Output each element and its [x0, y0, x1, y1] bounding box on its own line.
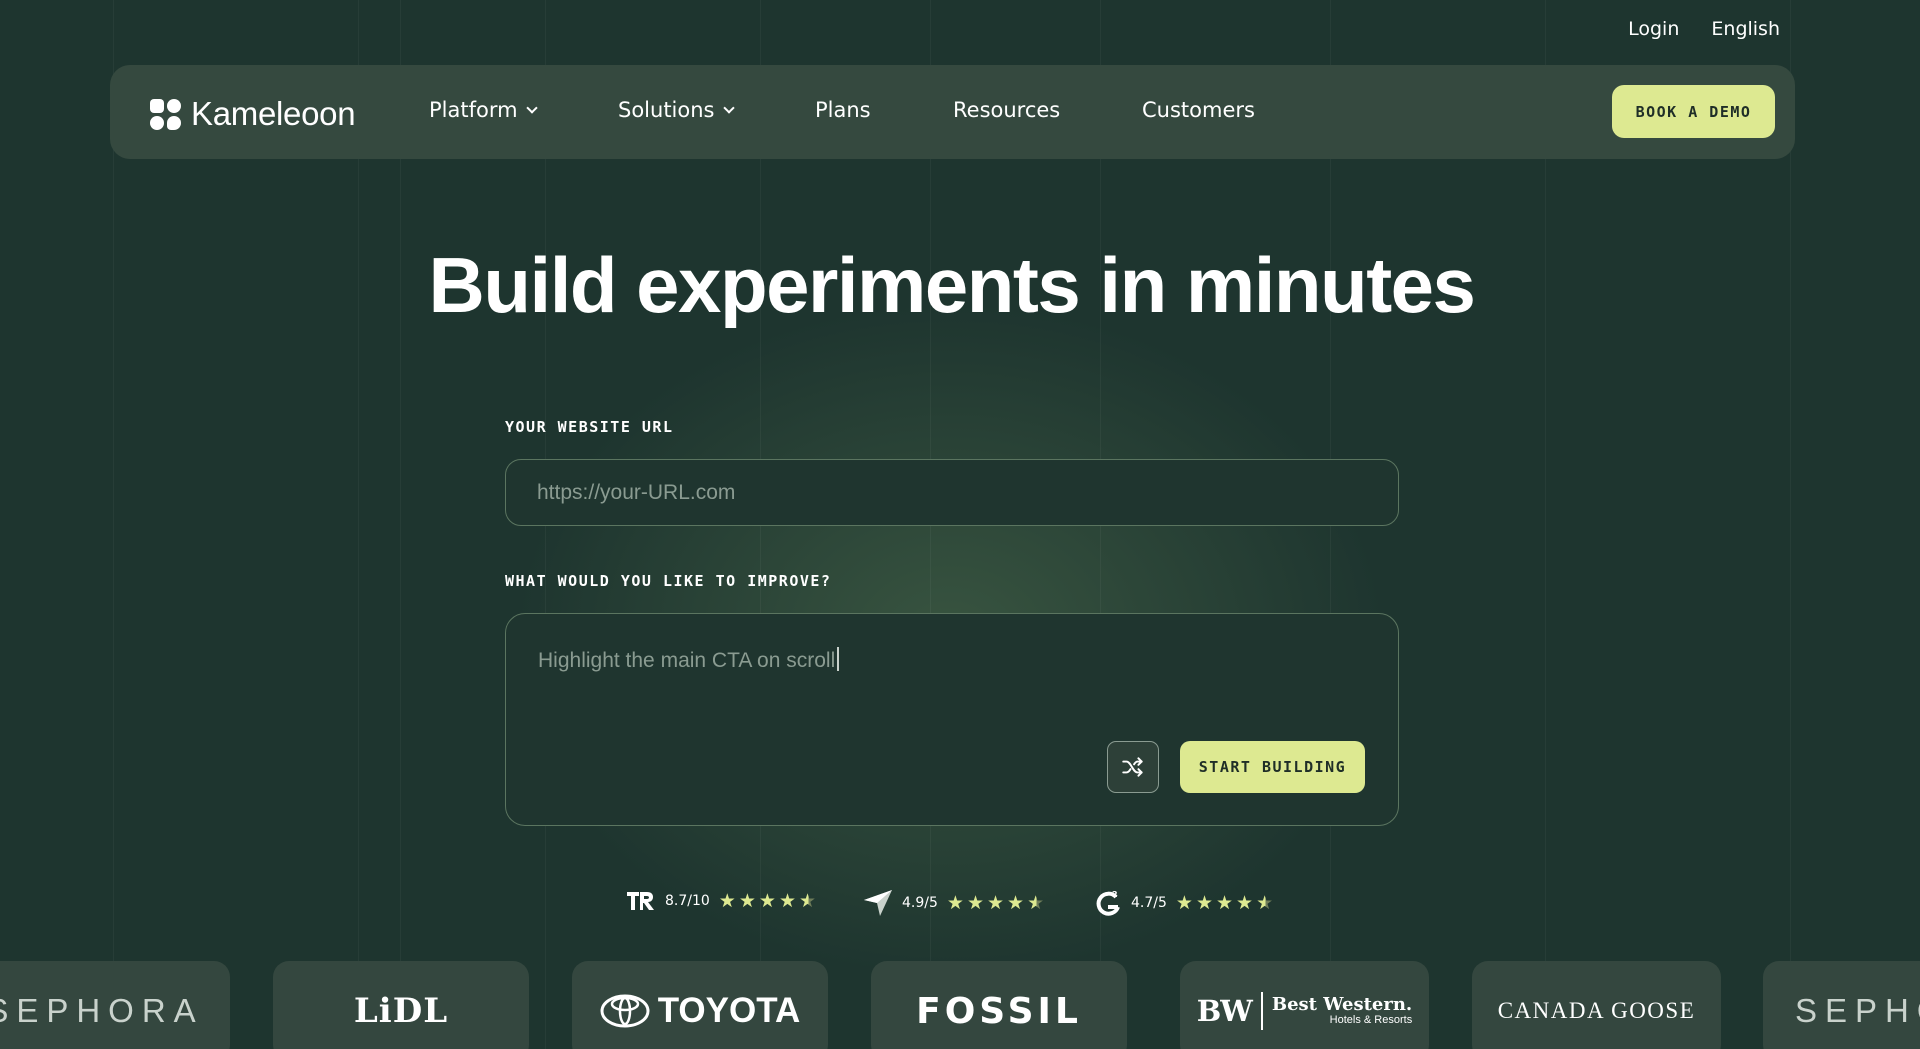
star-rating: ★ ★ ★ ★ ★ — [946, 891, 1045, 914]
text-caret — [837, 647, 840, 671]
brand-logo[interactable]: Kameleoon — [150, 95, 356, 133]
rating-score: 4.7/5 — [1131, 895, 1167, 911]
nav-item-resources[interactable]: Resources — [953, 98, 1060, 122]
rating-score: 4.9/5 — [902, 895, 938, 911]
sephora-logo: SEPHO — [1795, 992, 1920, 1029]
logo-card-canada-goose: CANADA GOOSE — [1472, 961, 1721, 1049]
grid-line — [1790, 0, 1791, 1049]
book-demo-button[interactable]: BOOK A DEMO — [1612, 85, 1775, 138]
brand-name: Kameleoon — [191, 95, 356, 132]
trustradius-icon — [627, 892, 654, 910]
nav-item-platform[interactable]: Platform — [429, 98, 538, 122]
improve-field-label: WHAT WOULD YOU LIKE TO IMPROVE? — [505, 572, 832, 590]
star-icon: ★ — [1007, 891, 1025, 914]
star-icon: ★ — [758, 889, 776, 912]
rating-score: 8.7/10 — [665, 893, 710, 909]
improve-value: Highlight the main CTA on scroll — [538, 649, 836, 672]
toyota-emblem-icon — [600, 994, 650, 1028]
toyota-wordmark: TOYOTA — [657, 991, 801, 1030]
star-icon: ★ — [738, 889, 756, 912]
star-icon: ★ — [986, 891, 1005, 914]
utility-nav: Login English — [1628, 18, 1780, 40]
shuffle-icon — [1122, 757, 1143, 777]
rating-trustradius[interactable]: 8.7/10 ★ ★ ★ ★ ★ — [626, 889, 816, 913]
fossil-logo: FOSSIL — [916, 990, 1082, 1032]
star-icon: ★ — [1236, 891, 1254, 914]
language-selector[interactable]: English — [1711, 18, 1780, 40]
star-half-icon: ★ — [1256, 891, 1274, 914]
website-url-input[interactable] — [505, 459, 1399, 526]
star-rating: ★ ★ ★ ★ ★ — [1175, 891, 1274, 914]
kameleoon-logo-icon — [150, 98, 181, 130]
nav-item-label: Plans — [815, 98, 871, 122]
logo-card-lidl: LiDL — [273, 961, 529, 1049]
nav-item-label: Platform — [429, 98, 518, 122]
nav-item-label: Resources — [953, 98, 1061, 122]
canada-goose-logo: CANADA GOOSE — [1497, 998, 1696, 1023]
logo-card-sephora: SEPHORA — [0, 961, 230, 1049]
start-building-button[interactable]: START BUILDING — [1180, 741, 1365, 793]
login-link[interactable]: Login — [1628, 18, 1679, 40]
best-western-logo: BW Best Western. Hotels & Resorts — [1197, 992, 1412, 1030]
page-title: Build experiments in minutes — [428, 241, 1476, 329]
main-navbar: Kameleoon Platform Solutions Plans Resou… — [110, 65, 1795, 159]
logo-card-sephora-repeat: SEPHO — [1763, 961, 1920, 1049]
rating-capterra[interactable]: 4.9/5 ★ ★ ★ ★ ★ — [863, 889, 1044, 917]
logo-card-toyota: TOYOTA — [572, 961, 828, 1049]
star-icon: ★ — [946, 891, 964, 914]
grid-line — [113, 0, 114, 1049]
capterra-icon — [864, 890, 892, 916]
chevron-down-icon — [525, 101, 538, 114]
nav-item-solutions[interactable]: Solutions — [618, 98, 735, 122]
star-icon: ★ — [1215, 891, 1234, 914]
bw-divider — [1260, 992, 1263, 1030]
nav-item-plans[interactable]: Plans — [815, 98, 871, 122]
star-icon: ★ — [778, 889, 796, 912]
star-half-icon: ★ — [798, 889, 817, 912]
sephora-logo: SEPHORA — [0, 992, 204, 1029]
shuffle-button[interactable] — [1107, 741, 1159, 793]
lidl-logo: LiDL — [353, 991, 449, 1031]
url-field-label: YOUR WEBSITE URL — [505, 418, 674, 436]
logo-card-fossil: FOSSIL — [871, 961, 1127, 1049]
star-icon: ★ — [718, 889, 736, 912]
star-icon: ★ — [1175, 891, 1193, 914]
toyota-logo: TOYOTA — [600, 991, 801, 1031]
star-rating: ★ ★ ★ ★ ★ — [718, 889, 817, 912]
svg-text:2: 2 — [1112, 890, 1118, 899]
star-half-icon: ★ — [1027, 891, 1045, 914]
improve-input-text: Highlight the main CTA on scroll — [538, 647, 840, 673]
star-icon: ★ — [966, 891, 984, 914]
bw-name: Best Western. — [1271, 993, 1413, 1015]
nav-item-label: Customers — [1142, 98, 1255, 122]
bw-subtitle: Hotels & Resorts — [1329, 1014, 1413, 1027]
rating-g2[interactable]: 2 4.7/5 ★ ★ ★ ★ ★ — [1094, 889, 1273, 917]
g2-icon: 2 — [1096, 890, 1120, 916]
bw-mark: BW — [1196, 994, 1253, 1028]
logo-card-best-western: BW Best Western. Hotels & Resorts — [1180, 961, 1429, 1049]
nav-item-customers[interactable]: Customers — [1142, 98, 1255, 122]
improve-textarea[interactable]: Highlight the main CTA on scroll START B… — [505, 613, 1399, 826]
chevron-down-icon — [722, 101, 735, 114]
star-icon: ★ — [1195, 891, 1213, 914]
nav-item-label: Solutions — [618, 98, 715, 122]
